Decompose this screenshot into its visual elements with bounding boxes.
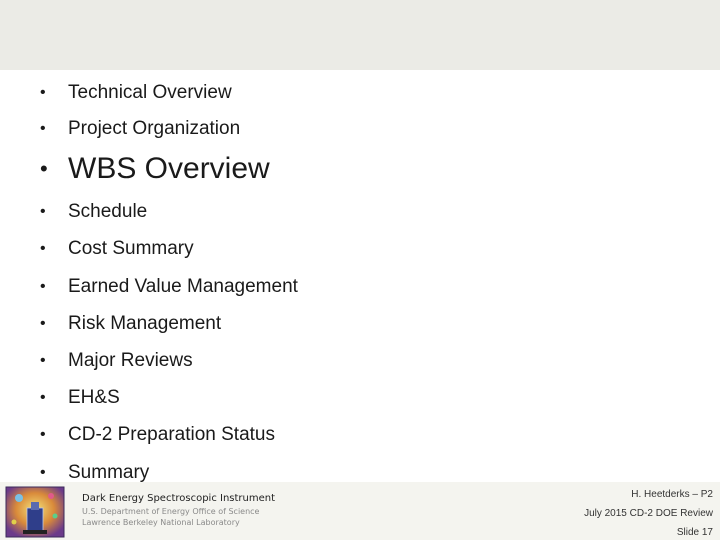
slide-number: Slide 17 [676, 527, 713, 538]
agenda-item-cost-summary: • Cost Summary [40, 232, 194, 266]
agenda-item-major-reviews: • Major Reviews [40, 344, 193, 378]
agenda-item-label: Earned Value Management [68, 276, 298, 297]
agenda-item-label-current: WBS Overview [68, 152, 270, 185]
lab-name: Lawrence Berkeley National Laboratory [82, 518, 240, 527]
agenda-item-risk-management: • Risk Management [40, 307, 221, 341]
bullet-icon: • [40, 464, 46, 481]
agenda-item-label: Project Organization [68, 118, 241, 139]
agenda-item-schedule: • Schedule [40, 195, 147, 229]
bullet-icon: • [40, 352, 46, 369]
desi-logo-icon [5, 486, 65, 538]
agenda-item-label: CD-2 Preparation Status [68, 424, 275, 445]
footer-institution: Dark Energy Spectroscopic Instrument U.S… [82, 492, 275, 528]
header-band [0, 0, 720, 70]
bullet-icon: • [40, 203, 46, 220]
bullet-icon: • [40, 426, 46, 443]
agenda-item-label: Risk Management [68, 313, 222, 334]
author: H. Heetderks – P2 [631, 489, 713, 500]
slide-footer: Dark Energy Spectroscopic Instrument U.S… [0, 482, 720, 540]
department-name: U.S. Department of Energy Office of Scie… [82, 507, 260, 516]
agenda-item-project-organization: • Project Organization [40, 112, 240, 146]
agenda-item-ehs: • EH&S [40, 381, 120, 415]
instrument-name: Dark Energy Spectroscopic Instrument [82, 493, 276, 504]
bullet-icon: • [40, 84, 46, 101]
agenda-item-label: Schedule [68, 201, 148, 222]
bullet-icon: • [40, 120, 46, 137]
footer-meta: H. Heetderks – P2 July 2015 CD-2 DOE Rev… [584, 485, 713, 542]
agenda-item-wbs-overview: • WBS Overview [40, 152, 270, 186]
bullet-icon: • [40, 278, 46, 295]
bullet-icon: • [40, 389, 46, 406]
agenda-item-technical-overview: • Technical Overview [40, 76, 232, 110]
agenda-item-earned-value: • Earned Value Management [40, 270, 298, 304]
review-name: July 2015 CD-2 DOE Review [584, 508, 713, 519]
agenda-item-label: Technical Overview [68, 82, 232, 103]
agenda-item-label: Major Reviews [68, 350, 193, 371]
bullet-icon: • [40, 315, 46, 332]
bullet-icon: • [40, 240, 46, 257]
agenda-item-label: Summary [68, 462, 150, 483]
agenda-item-cd2-status: • CD-2 Preparation Status [40, 418, 275, 452]
agenda-item-label: Cost Summary [68, 238, 194, 259]
bullet-icon: • [40, 156, 48, 181]
agenda-item-label: EH&S [68, 387, 120, 408]
